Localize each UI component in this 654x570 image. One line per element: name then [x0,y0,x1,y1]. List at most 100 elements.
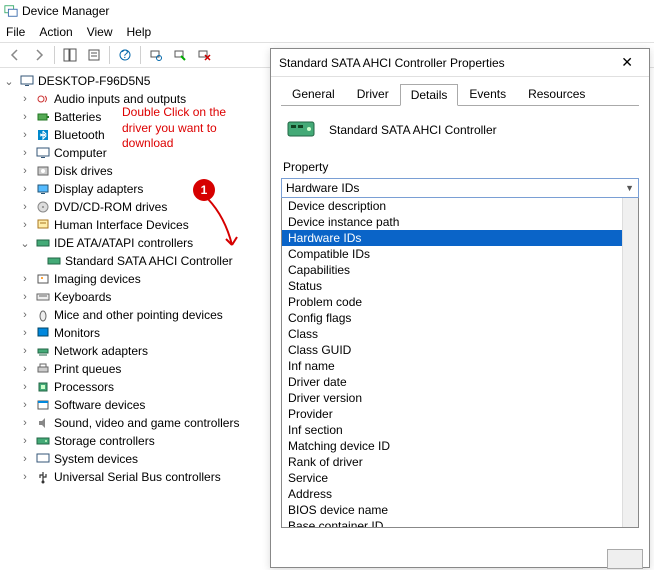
expand-icon[interactable]: › [18,201,32,213]
dropdown-item[interactable]: Status [282,278,638,294]
tab-general[interactable]: General [281,83,346,105]
tree-item[interactable]: ›Display adapters [2,180,278,198]
dropdown-item[interactable]: Matching device ID [282,438,638,454]
device-icon [46,253,62,269]
tree-item[interactable]: ›Mice and other pointing devices [2,306,278,324]
svg-text:?: ? [122,48,129,61]
annotation-arrow-1 [190,197,240,257]
help-button[interactable]: ? [114,44,136,66]
property-dropdown[interactable]: Device descriptionDevice instance pathHa… [281,198,639,528]
tab-resources[interactable]: Resources [517,83,596,105]
expand-icon[interactable]: › [18,417,32,429]
category-icon [35,91,51,107]
tree-root[interactable]: ⌄ DESKTOP-F96D5N5 [2,72,278,90]
dropdown-item[interactable]: Inf section [282,422,638,438]
dropdown-item[interactable]: Class [282,326,638,342]
expand-icon[interactable]: ⌄ [18,237,32,250]
expand-icon[interactable]: › [18,399,32,411]
tree-item[interactable]: › Universal Serial Bus controllers [2,468,278,486]
tree-item-label: Software devices [54,398,145,412]
dialog-button[interactable] [607,549,643,569]
expand-icon[interactable]: › [18,129,32,141]
tab-driver[interactable]: Driver [346,83,400,105]
tab-details[interactable]: Details [400,84,459,106]
show-hide-button[interactable] [59,44,81,66]
uninstall-button[interactable] [193,44,215,66]
dropdown-item[interactable]: Hardware IDs [282,230,638,246]
dropdown-item[interactable]: Driver date [282,374,638,390]
menu-view[interactable]: View [87,25,113,39]
tree-item[interactable]: › Software devices [2,396,278,414]
dropdown-item[interactable]: Base container ID [282,518,638,528]
tree-item[interactable]: ›Disk drives [2,162,278,180]
close-button[interactable]: ✕ [613,52,641,73]
app-icon [4,4,18,18]
dropdown-item[interactable]: BIOS device name [282,502,638,518]
tree-item-label: Universal Serial Bus controllers [54,470,221,484]
tree-item[interactable]: ›Processors [2,378,278,396]
tree-item[interactable]: ›Keyboards [2,288,278,306]
tree-item-label: Sound, video and game controllers [54,416,239,430]
device-icon [287,118,319,142]
expand-icon[interactable]: › [18,291,32,303]
category-icon [35,163,51,179]
category-icon [35,217,51,233]
category-icon [35,235,51,251]
dropdown-item[interactable]: Device description [282,198,638,214]
expand-icon[interactable]: › [18,453,32,465]
forward-button[interactable] [28,44,50,66]
expand-icon[interactable]: › [18,327,32,339]
expand-icon[interactable]: › [18,219,32,231]
dropdown-item[interactable]: Rank of driver [282,454,638,470]
property-select[interactable]: Hardware IDs ▼ [281,178,639,198]
expand-icon[interactable]: › [18,111,32,123]
dropdown-item[interactable]: Config flags [282,310,638,326]
tree-item[interactable]: ›Imaging devices [2,270,278,288]
expand-icon[interactable]: › [18,147,32,159]
properties-button[interactable] [83,44,105,66]
tree-item[interactable]: ›Network adapters [2,342,278,360]
tab-events[interactable]: Events [458,83,517,105]
device-header: Standard SATA AHCI Controller [281,106,639,158]
scrollbar[interactable] [622,198,638,527]
expand-icon[interactable]: › [18,165,32,177]
menubar: File Action View Help [0,22,654,42]
tree-item[interactable]: ›Storage controllers [2,432,278,450]
dropdown-item[interactable]: Address [282,486,638,502]
expand-icon[interactable]: › [18,273,32,285]
scan-button[interactable] [145,44,167,66]
dropdown-item[interactable]: Class GUID [282,342,638,358]
dropdown-item[interactable]: Device instance path [282,214,638,230]
tree-item-label: Bluetooth [54,128,105,142]
back-button[interactable] [4,44,26,66]
expand-icon[interactable]: › [18,183,32,195]
dropdown-item[interactable]: Driver version [282,390,638,406]
tree-item[interactable]: ›Print queues [2,360,278,378]
tree-item-label: System devices [54,452,138,466]
device-name: Standard SATA AHCI Controller [329,123,497,137]
menu-action[interactable]: Action [39,25,72,39]
expand-icon[interactable]: › [18,363,32,375]
dropdown-item[interactable]: Inf name [282,358,638,374]
expand-icon[interactable]: › [18,93,32,105]
dropdown-item[interactable]: Provider [282,406,638,422]
category-icon [35,415,51,431]
menu-help[interactable]: Help [127,25,152,39]
dropdown-item[interactable]: Compatible IDs [282,246,638,262]
tree-item[interactable]: › System devices [2,450,278,468]
expand-icon[interactable]: › [18,435,32,447]
update-button[interactable] [169,44,191,66]
dropdown-item[interactable]: Service [282,470,638,486]
expand-icon[interactable]: › [18,309,32,321]
separator [54,46,55,64]
expand-icon[interactable]: › [18,381,32,393]
tree-item[interactable]: › Sound, video and game controllers [2,414,278,432]
dropdown-item[interactable]: Capabilities [282,262,638,278]
menu-file[interactable]: File [6,25,25,39]
expand-icon[interactable]: › [18,345,32,357]
dropdown-item[interactable]: Problem code [282,294,638,310]
tree-item[interactable]: ›Monitors [2,324,278,342]
category-icon [35,289,51,305]
expand-icon[interactable]: › [18,471,32,483]
collapse-icon[interactable]: ⌄ [2,75,16,88]
